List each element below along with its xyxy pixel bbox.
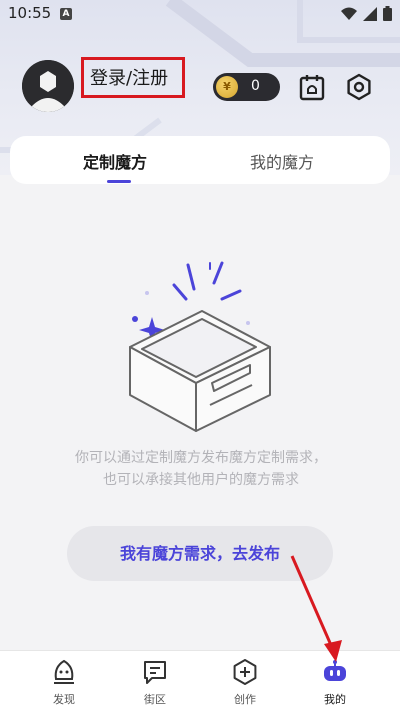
- tabs-card: 定制魔方 我的魔方: [10, 136, 390, 184]
- empty-box-illustration: [110, 255, 290, 435]
- chat-icon: [144, 661, 166, 684]
- battery-icon: [383, 6, 392, 21]
- plus-hexagon-icon: [233, 659, 257, 685]
- nav-item-mine[interactable]: 我的: [305, 659, 365, 707]
- status-time: 10:55: [8, 4, 52, 22]
- nav-label-create: 创作: [234, 693, 256, 706]
- notification-calendar-button[interactable]: [297, 72, 327, 102]
- publish-request-button[interactable]: 我有魔方需求，去发布: [67, 526, 333, 581]
- signal-icon: [363, 6, 377, 21]
- nav-item-create[interactable]: 创作: [215, 659, 275, 707]
- bottom-navigation: 发现 街区 创作 我的: [0, 650, 400, 712]
- nav-item-discover[interactable]: 发现: [34, 659, 94, 707]
- active-tab-indicator: [107, 180, 131, 183]
- login-register-link[interactable]: 登录/注册: [90, 64, 168, 90]
- wifi-icon: [341, 7, 357, 20]
- nav-label-street: 街区: [144, 693, 166, 706]
- settings-hexagon-icon: [347, 73, 371, 101]
- nav-label-discover: 发现: [53, 693, 75, 706]
- nav-label-mine: 我的: [324, 693, 346, 706]
- rocket-icon: [54, 659, 74, 684]
- calendar-bell-icon: [299, 75, 325, 101]
- settings-button[interactable]: [344, 72, 374, 102]
- notification-a-icon: A: [60, 8, 72, 20]
- open-box-icon: [129, 261, 271, 432]
- nav-item-street[interactable]: 街区: [125, 659, 185, 707]
- avatar[interactable]: [22, 60, 74, 112]
- empty-state-description: 你可以通过定制魔方发布魔方定制需求，也可以承接其他用户的魔方需求: [75, 450, 327, 488]
- coin-count: 0: [251, 78, 260, 94]
- profile-bot-icon: [324, 660, 346, 681]
- tab-my-cube[interactable]: 我的魔方: [250, 149, 314, 173]
- coin-balance[interactable]: ¥ 0: [213, 73, 280, 101]
- default-avatar-icon: [22, 60, 74, 112]
- tab-custom-cube[interactable]: 定制魔方: [83, 149, 147, 173]
- status-bar: 10:55 A: [0, 0, 400, 28]
- coin-icon: ¥: [216, 76, 238, 98]
